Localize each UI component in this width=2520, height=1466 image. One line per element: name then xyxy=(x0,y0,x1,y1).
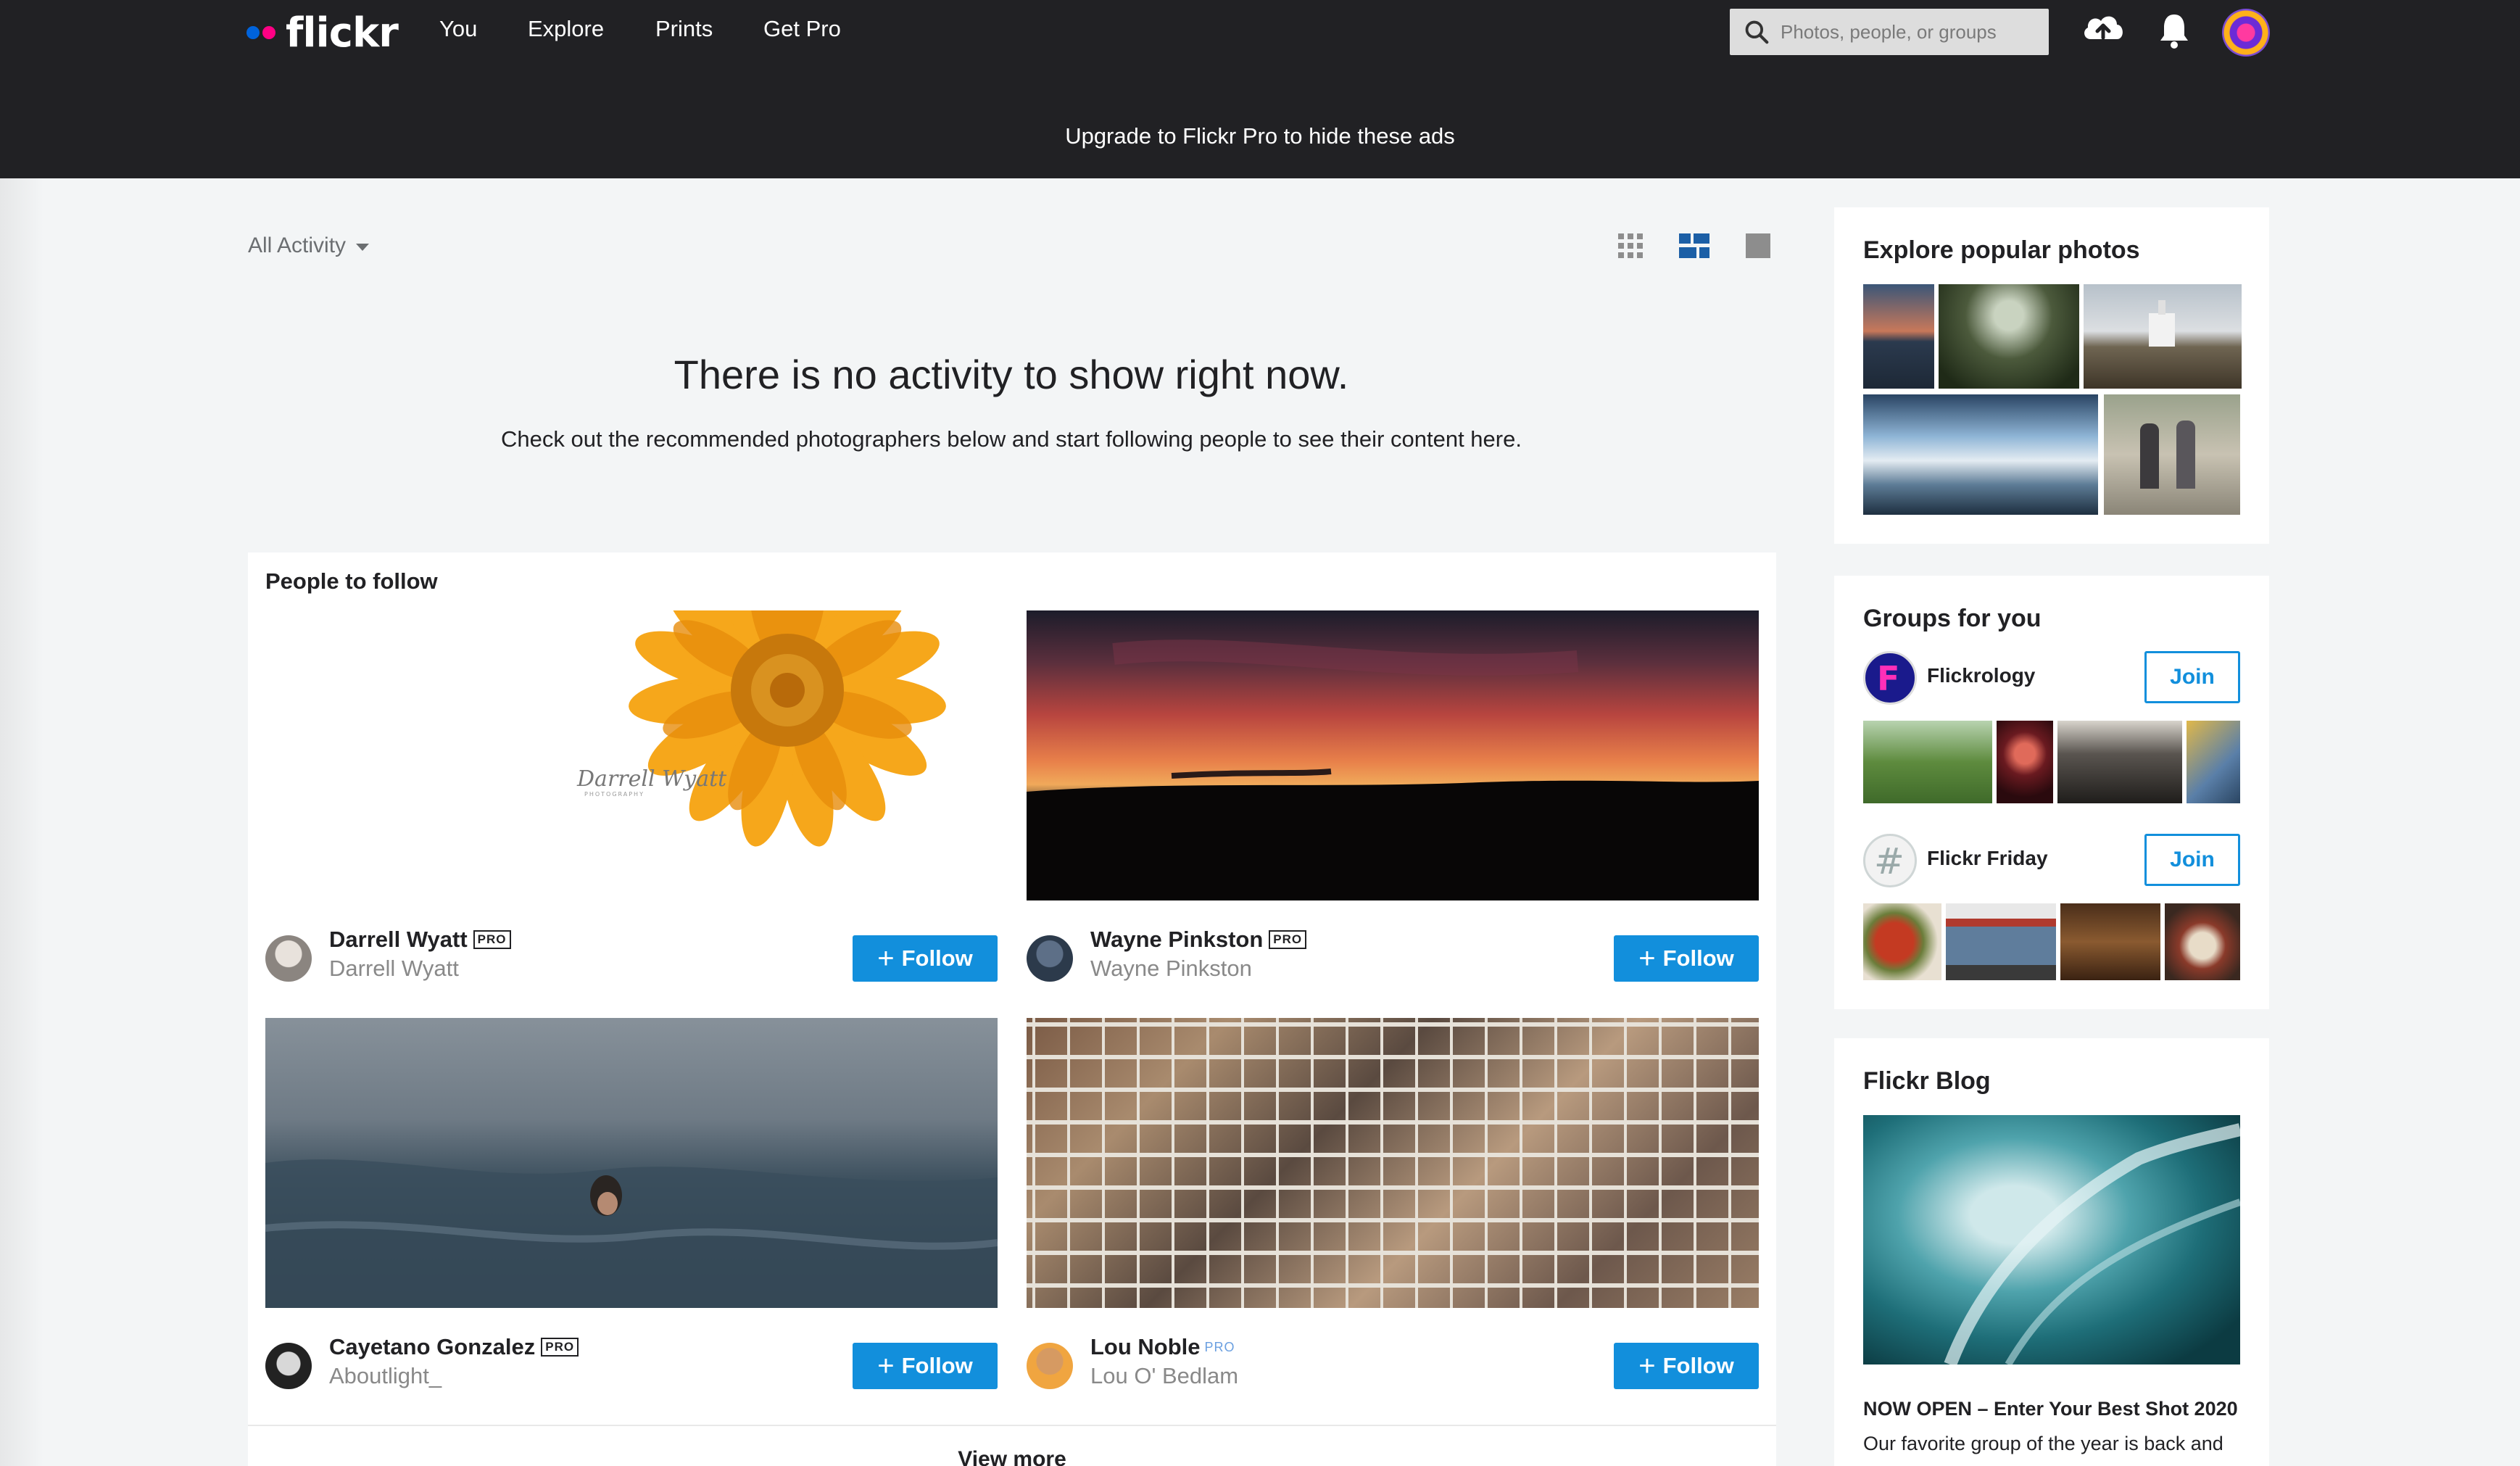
plus-icon: + xyxy=(877,1350,895,1382)
logo-wordmark: flickr xyxy=(286,9,399,57)
svg-text:PHOTOGRAPHY: PHOTOGRAPHY xyxy=(584,791,644,798)
user-avatar[interactable] xyxy=(2222,9,2270,57)
search-input[interactable] xyxy=(1781,20,2027,44)
popular-photo[interactable] xyxy=(2104,394,2240,515)
follow-button[interactable]: + Follow xyxy=(853,1343,998,1389)
avatar[interactable] xyxy=(265,1343,312,1389)
pro-badge: PRO xyxy=(541,1338,579,1357)
follow-label: Follow xyxy=(1662,1353,1734,1378)
explore-popular-card: Explore popular photos xyxy=(1834,207,2269,544)
caret-down-icon xyxy=(356,244,370,251)
upload-cloud-icon[interactable] xyxy=(2081,10,2126,46)
upgrade-banner[interactable]: Upgrade to Flickr Pro to hide these ads xyxy=(0,123,2520,149)
person-name[interactable]: Darrell Wyatt PRO xyxy=(329,927,511,953)
avatar[interactable] xyxy=(1027,935,1073,982)
follow-label: Follow xyxy=(1662,945,1734,971)
person-username: Aboutlight_ xyxy=(329,1363,442,1388)
person-username: Wayne Pinkston xyxy=(1090,956,1252,981)
empty-state-subtitle: Check out the recommended photographers … xyxy=(501,426,1522,452)
popular-photo[interactable] xyxy=(2084,284,2242,389)
nav-explore[interactable]: Explore xyxy=(528,16,604,42)
person-name-text: Lou Noble xyxy=(1090,1334,1201,1359)
person-photo[interactable] xyxy=(265,1018,998,1308)
follow-label: Follow xyxy=(901,1353,973,1378)
person-name-text: Cayetano Gonzalez xyxy=(329,1334,536,1359)
activity-filter-dropdown[interactable]: All Activity xyxy=(248,233,370,258)
follow-label: Follow xyxy=(901,945,973,971)
person-name[interactable]: Cayetano Gonzalez PRO xyxy=(329,1334,579,1360)
group-photo[interactable] xyxy=(2060,903,2160,980)
group-name[interactable]: Flickrology xyxy=(1927,664,2035,687)
single-view-icon[interactable] xyxy=(1746,233,1770,258)
page-edge-shadow xyxy=(0,178,43,1466)
pro-badge: PRO xyxy=(1269,930,1307,949)
people-to-follow-title: People to follow xyxy=(265,568,438,594)
join-button[interactable]: Join xyxy=(2144,651,2240,703)
nav-get-pro[interactable]: Get Pro xyxy=(763,16,841,42)
list-view-icon[interactable] xyxy=(1679,233,1709,258)
group-photo[interactable] xyxy=(1997,721,2053,803)
svg-text:Darrell Wyatt: Darrell Wyatt xyxy=(576,766,727,792)
follow-button[interactable]: + Follow xyxy=(853,935,998,982)
group-photo[interactable] xyxy=(2187,721,2240,803)
plus-icon: + xyxy=(877,943,895,974)
groups-title: Groups for you xyxy=(1863,605,2042,632)
popular-photo[interactable] xyxy=(1939,284,2079,389)
person-username: Lou O' Bedlam xyxy=(1090,1363,1239,1388)
nav-you[interactable]: You xyxy=(439,16,477,42)
groups-for-you-card: Groups for you F Flickrology Join # Flic… xyxy=(1834,576,2269,1009)
nav-prints[interactable]: Prints xyxy=(655,16,713,42)
bell-icon[interactable] xyxy=(2158,12,2191,51)
logo-blue-dot xyxy=(246,26,260,39)
group-photo[interactable] xyxy=(1863,903,1941,980)
person-username: Darrell Wyatt xyxy=(329,956,459,981)
join-button[interactable]: Join xyxy=(2144,834,2240,886)
view-more-link[interactable]: View more xyxy=(248,1447,1776,1466)
person-photo[interactable] xyxy=(1027,610,1759,900)
flickr-blog-card: Flickr Blog NOW OPEN – Enter Your Best S… xyxy=(1834,1038,2269,1466)
empty-state-title: There is no activity to show right now. xyxy=(673,352,1349,397)
divider xyxy=(248,1425,1776,1426)
pro-badge: PRO xyxy=(1204,1339,1235,1354)
person-name[interactable]: Wayne Pinkston PRO xyxy=(1090,927,1307,953)
person-name-text: Wayne Pinkston xyxy=(1090,927,1264,952)
blog-headline[interactable]: NOW OPEN – Enter Your Best Shot 2020 xyxy=(1863,1398,2238,1420)
logo-pink-dot xyxy=(262,26,275,39)
blog-excerpt: Our favorite group of the year is back a… xyxy=(1863,1433,2223,1454)
group-avatar[interactable]: # xyxy=(1863,834,1917,887)
popular-photo[interactable] xyxy=(1863,394,2098,515)
top-navigation-bar: flickr You Explore Prints Get Pro Upgrad… xyxy=(0,0,2520,178)
avatar[interactable] xyxy=(265,935,312,982)
grid-view-icon[interactable] xyxy=(1618,233,1643,258)
follow-button[interactable]: + Follow xyxy=(1614,1343,1759,1389)
group-name[interactable]: Flickr Friday xyxy=(1927,847,2048,870)
search-box[interactable] xyxy=(1730,9,2049,55)
group-photo[interactable] xyxy=(2165,903,2240,980)
explore-popular-title[interactable]: Explore popular photos xyxy=(1863,236,2140,265)
group-photo[interactable] xyxy=(2057,721,2182,803)
person-photo[interactable] xyxy=(1027,1018,1759,1308)
activity-filter-label: All Activity xyxy=(248,233,347,257)
blog-title[interactable]: Flickr Blog xyxy=(1863,1067,1991,1096)
search-icon xyxy=(1745,20,1769,44)
popular-photo[interactable] xyxy=(1863,284,1934,389)
plus-icon: + xyxy=(1638,1350,1656,1382)
group-photo[interactable] xyxy=(1946,903,2056,980)
avatar[interactable] xyxy=(1027,1343,1073,1389)
flickr-logo[interactable]: flickr xyxy=(246,7,399,58)
group-avatar[interactable]: F xyxy=(1863,651,1917,705)
person-name[interactable]: Lou Noble PRO xyxy=(1090,1334,1235,1360)
group-photo[interactable] xyxy=(1863,721,1992,803)
pro-badge: PRO xyxy=(473,930,511,949)
blog-photo[interactable] xyxy=(1863,1115,2240,1364)
plus-icon: + xyxy=(1638,943,1656,974)
follow-button[interactable]: + Follow xyxy=(1614,935,1759,982)
people-to-follow-card: People to follow Darrell Wyatt PHOTOGRAP… xyxy=(248,552,1776,1466)
person-name-text: Darrell Wyatt xyxy=(329,927,468,952)
person-photo[interactable]: Darrell Wyatt PHOTOGRAPHY xyxy=(265,610,998,900)
